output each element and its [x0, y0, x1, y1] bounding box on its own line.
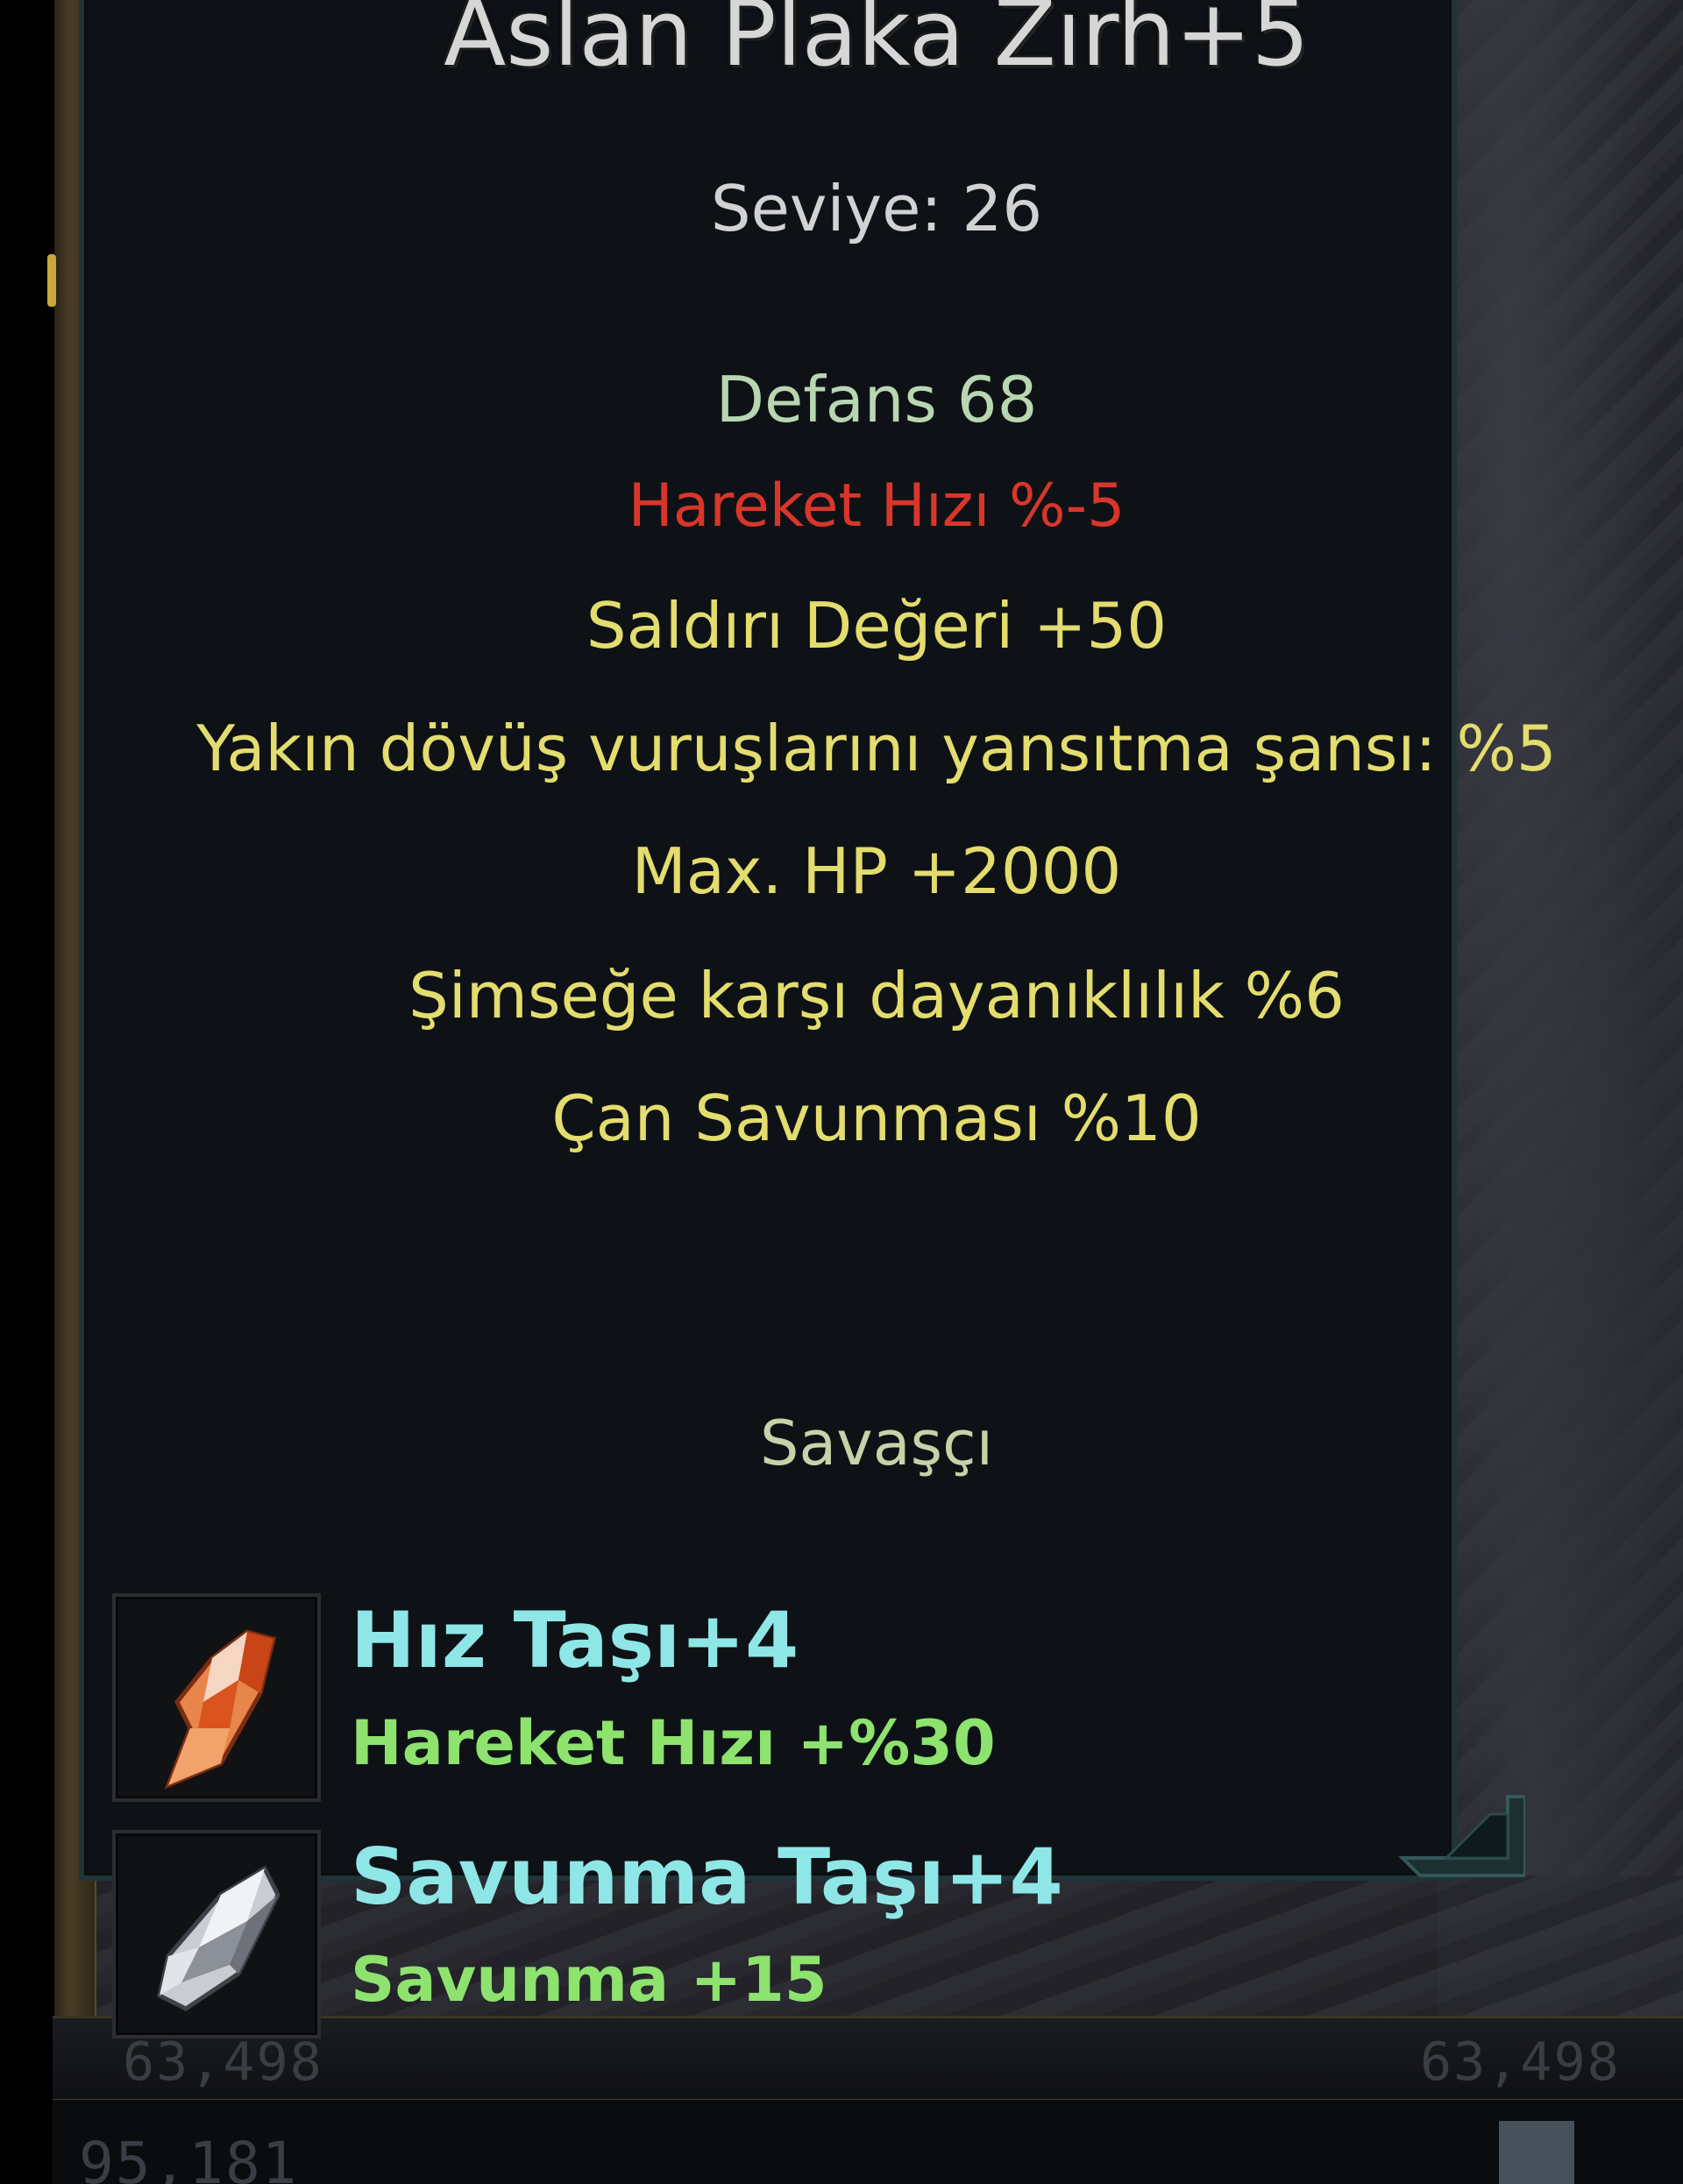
item-bonus: Çan Savunması %10	[551, 1081, 1202, 1155]
game-screen: 63,498 63,498 95,181 Aslan Plaka Zırh+5 …	[0, 0, 1683, 2184]
stone-slot-defense[interactable]	[112, 1830, 321, 2039]
stone-bonus: Hareket Hızı +%30	[351, 1707, 996, 1779]
left-frame-accent	[47, 254, 56, 307]
item-bonus: Saldırı Değeri +50	[586, 589, 1168, 663]
left-edge	[0, 0, 54, 2184]
speed-stone-icon	[164, 1629, 277, 1790]
stone-name: Hız Taşı+4	[351, 1595, 799, 1685]
tooltip-corner-ornament	[1398, 1795, 1525, 1877]
scrollbar-thumb[interactable]	[1499, 2121, 1574, 2184]
stone-bonus: Savunma +15	[351, 1944, 827, 2016]
item-penalty: Hareket Hızı %-5	[628, 472, 1126, 541]
item-name: Aslan Plaka Zırh+5	[444, 0, 1310, 87]
item-bonus: Yakın dövüş vuruşlarını yansıtma şansı: …	[196, 712, 1557, 785]
item-level: Seviye: 26	[710, 172, 1043, 245]
stone-slot-speed[interactable]	[112, 1593, 321, 1802]
item-defense: Defans 68	[715, 363, 1038, 436]
background-number-right: 63,498	[1420, 2032, 1621, 2093]
defense-stone-icon	[157, 1865, 280, 2011]
item-bonus: Şimseğe karşı dayanıklılık %6	[408, 959, 1345, 1032]
stone-name: Savunma Taşı+4	[351, 1832, 1063, 1922]
background-number-left: 63,498	[123, 2032, 323, 2093]
item-class: Savaşçı	[759, 1408, 994, 1479]
item-bonus: Max. HP +2000	[631, 834, 1122, 908]
background-number-bottom: 95,181	[79, 2130, 299, 2184]
